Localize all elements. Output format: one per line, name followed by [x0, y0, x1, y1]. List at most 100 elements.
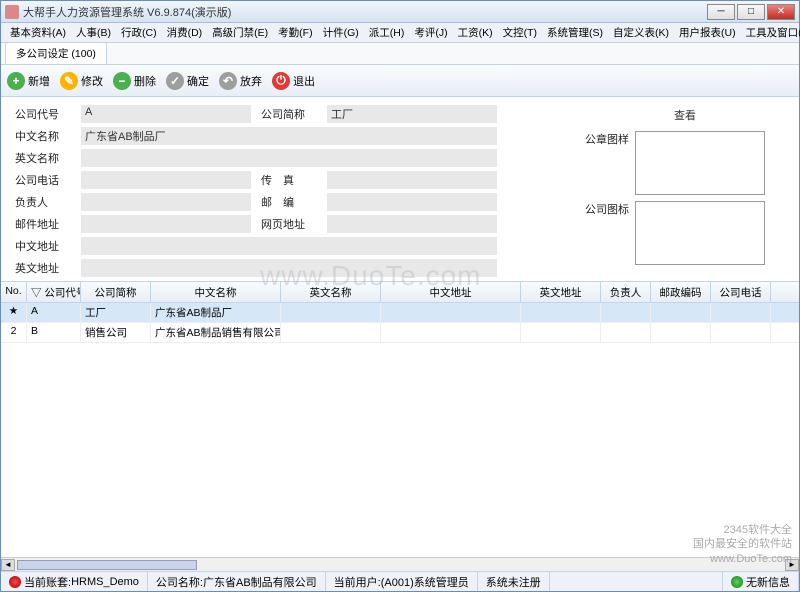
col-header-7[interactable]: 负责人: [601, 282, 651, 302]
brand-watermark: 2345软件大全国内最安全的软件站www.DuoTe.com: [693, 523, 792, 566]
menu-item-4[interactable]: 高级门禁(E): [207, 25, 273, 40]
menu-item-11[interactable]: 系统管理(S): [542, 25, 608, 40]
exit-button[interactable]: ⏻退出: [272, 72, 315, 90]
tel-label: 公司电话: [15, 172, 71, 188]
cell: [711, 323, 771, 342]
menu-item-12[interactable]: 自定义表(K): [608, 25, 674, 40]
app-icon: [5, 5, 19, 19]
menu-item-6[interactable]: 计件(G): [318, 25, 364, 40]
tab-company-settings[interactable]: 多公司设定 (100): [5, 42, 107, 64]
logo-image-box[interactable]: [635, 201, 765, 265]
fax-field[interactable]: [327, 171, 497, 189]
col-header-2[interactable]: 公司简称: [81, 282, 151, 302]
menu-item-1[interactable]: 人事(B): [71, 25, 116, 40]
delete-button[interactable]: −删除: [113, 72, 156, 90]
cell: [381, 303, 521, 322]
seal-image-box[interactable]: [635, 131, 765, 195]
en-addr-label: 英文地址: [15, 260, 71, 276]
menu-item-14[interactable]: 工具及窗口(W): [741, 25, 800, 40]
grid-body[interactable]: ★A工厂广东省AB制品厂2B销售公司广东省AB制品销售有限公司: [1, 303, 799, 557]
web-field[interactable]: [327, 215, 497, 233]
status-company: 公司名称:广东省AB制品有限公司: [148, 572, 326, 591]
toolbar: +新增 ✎修改 −删除 ✓确定 ↶放弃 ⏻退出: [1, 65, 799, 97]
zip-field[interactable]: [327, 193, 497, 211]
flag-icon: [9, 576, 21, 588]
menubar: 基本资料(A)人事(B)行政(C)消费(D)高级门禁(E)考勤(F)计件(G)派…: [1, 23, 799, 43]
view-label: 查看: [585, 105, 785, 125]
menu-item-13[interactable]: 用户报表(U): [674, 25, 741, 40]
table-row[interactable]: 2B销售公司广东省AB制品销售有限公司: [1, 323, 799, 343]
power-icon: ⏻: [272, 72, 290, 90]
cn-addr-label: 中文地址: [15, 238, 71, 254]
scroll-thumb[interactable]: [17, 560, 197, 570]
cell: [601, 323, 651, 342]
cell: [651, 303, 711, 322]
info-icon: [731, 576, 743, 588]
cell: [281, 323, 381, 342]
confirm-button[interactable]: ✓确定: [166, 72, 209, 90]
cell: [381, 323, 521, 342]
horizontal-scrollbar[interactable]: ◄ ►: [1, 557, 799, 571]
add-button[interactable]: +新增: [7, 72, 50, 90]
cell: 销售公司: [81, 323, 151, 342]
email-field[interactable]: [81, 215, 251, 233]
col-header-1[interactable]: ▽ 公司代号: [27, 282, 81, 302]
cn-name-label: 中文名称: [15, 128, 71, 144]
col-header-4[interactable]: 英文名称: [281, 282, 381, 302]
pencil-icon: ✎: [60, 72, 78, 90]
cn-addr-field[interactable]: [81, 237, 497, 255]
menu-item-8[interactable]: 考评(J): [409, 25, 452, 40]
minus-icon: −: [113, 72, 131, 90]
cell: 广东省AB制品厂: [151, 303, 281, 322]
cell: B: [27, 323, 81, 342]
company-code-label: 公司代号: [15, 106, 71, 122]
manager-label: 负责人: [15, 194, 71, 210]
menu-item-5[interactable]: 考勤(F): [273, 25, 317, 40]
short-name-label: 公司简称: [261, 106, 317, 122]
col-header-6[interactable]: 英文地址: [521, 282, 601, 302]
menu-item-3[interactable]: 消费(D): [162, 25, 208, 40]
minimize-button[interactable]: ─: [707, 4, 735, 20]
col-header-3[interactable]: 中文名称: [151, 282, 281, 302]
cancel-button[interactable]: ↶放弃: [219, 72, 262, 90]
menu-item-9[interactable]: 工资(K): [453, 25, 498, 40]
menu-item-2[interactable]: 行政(C): [116, 25, 162, 40]
status-message: 无新信息: [723, 572, 799, 591]
statusbar: 当前账套:HRMS_Demo 公司名称:广东省AB制品有限公司 当前用户:(A0…: [1, 571, 799, 591]
zip-label: 邮 编: [261, 194, 317, 210]
company-code-field[interactable]: A: [81, 105, 251, 123]
cell: [651, 323, 711, 342]
status-user: 当前用户:(A001)系统管理员: [326, 572, 478, 591]
undo-icon: ↶: [219, 72, 237, 90]
col-header-9[interactable]: 公司电话: [711, 282, 771, 302]
col-header-0[interactable]: No.: [1, 282, 27, 302]
menu-item-0[interactable]: 基本资料(A): [5, 25, 71, 40]
status-register: 系统未注册: [478, 572, 550, 591]
en-name-field[interactable]: [81, 149, 497, 167]
manager-field[interactable]: [81, 193, 251, 211]
logo-label: 公司图标: [585, 201, 629, 217]
scroll-left-button[interactable]: ◄: [1, 559, 15, 571]
menu-item-10[interactable]: 文控(T): [498, 25, 542, 40]
cell: [711, 303, 771, 322]
en-addr-field[interactable]: [81, 259, 497, 277]
close-button[interactable]: ✕: [767, 4, 795, 20]
cell: 工厂: [81, 303, 151, 322]
col-header-8[interactable]: 邮政编码: [651, 282, 711, 302]
web-label: 网页地址: [261, 216, 317, 232]
check-icon: ✓: [166, 72, 184, 90]
form-panel: 公司代号 A 公司简称 工厂 中文名称 广东省AB制品厂 英文名称 公司电话 传…: [1, 97, 799, 281]
table-row[interactable]: ★A工厂广东省AB制品厂: [1, 303, 799, 323]
cell: 2: [1, 323, 27, 342]
col-header-5[interactable]: 中文地址: [381, 282, 521, 302]
fax-label: 传 真: [261, 172, 317, 188]
maximize-button[interactable]: □: [737, 4, 765, 20]
cn-name-field[interactable]: 广东省AB制品厂: [81, 127, 497, 145]
cell: [281, 303, 381, 322]
short-name-field[interactable]: 工厂: [327, 105, 497, 123]
tel-field[interactable]: [81, 171, 251, 189]
menu-item-7[interactable]: 派工(H): [364, 25, 410, 40]
cell: [521, 323, 601, 342]
titlebar: 大帮手人力资源管理系统 V6.9.874(演示版) ─ □ ✕: [1, 1, 799, 23]
edit-button[interactable]: ✎修改: [60, 72, 103, 90]
